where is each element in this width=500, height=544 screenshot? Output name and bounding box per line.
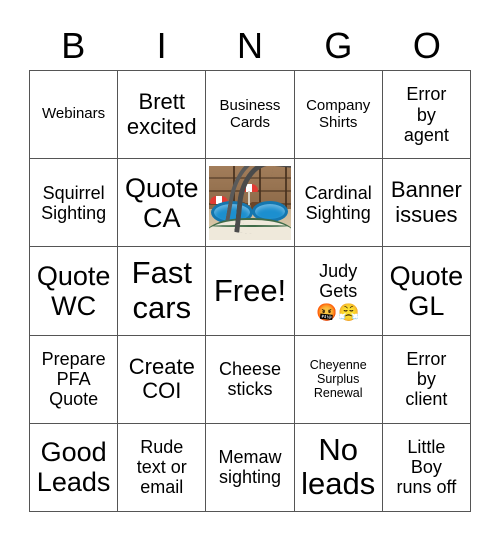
bingo-cell-label: Squirrel Sighting — [41, 182, 107, 223]
bingo-header-letter-n: N — [237, 25, 264, 66]
bingo-card: B I N G O Webinars Brett excited Business Card… — [0, 0, 500, 544]
bingo-cell-r3c3[interactable]: Free! — [206, 247, 295, 336]
bingo-cell-label: Quote GL — [389, 260, 464, 321]
bingo-cell-r3c1[interactable]: Quote WC — [30, 247, 119, 336]
bingo-cell-label: Business Cards — [219, 96, 281, 131]
bingo-cell-r1c3[interactable]: Business Cards — [206, 71, 295, 160]
bingo-cell-label: Company Shirts — [306, 96, 371, 131]
bingo-cell-label: No leads — [301, 431, 376, 502]
bingo-cell-label: Cardinal Sighting — [304, 182, 372, 223]
bingo-cell-label: Memaw sighting — [218, 447, 282, 488]
bingo-cell-label: Prepare PFA Quote — [41, 348, 106, 410]
bingo-cell-emoji: 🤬😤 — [316, 302, 361, 322]
bingo-cell-r2c5[interactable]: Banner issues — [382, 159, 471, 248]
bingo-cell-label: Error by client — [405, 348, 448, 410]
bingo-header-letter-b: B — [61, 25, 86, 66]
bingo-cell-r3c5[interactable]: Quote GL — [382, 247, 471, 336]
bingo-header: BINGO — [29, 22, 471, 70]
bingo-cell-label: Error by agent — [403, 84, 449, 145]
bingo-cell-r5c3[interactable]: Memaw sighting — [206, 423, 295, 512]
bingo-cell-r1c2[interactable]: Brett excited — [118, 71, 207, 160]
bingo-cell-label: Quote CA — [125, 172, 199, 233]
bingo-cell-r1c1[interactable]: Webinars — [30, 71, 119, 160]
bingo-cell-r2c3[interactable] — [206, 159, 295, 248]
bingo-cell-r4c2[interactable]: Create COI — [118, 335, 207, 424]
bingo-cell-r1c4[interactable]: Company Shirts — [294, 71, 383, 160]
bingo-cell-label: Rude text or email — [136, 437, 187, 498]
bingo-cell-label: Cheese sticks — [218, 359, 282, 400]
bingo-cell-r4c4[interactable]: Cheyenne Surplus Renewal — [294, 335, 383, 424]
bingo-cell-label: Little Boy runs off — [396, 437, 457, 498]
bingo-cell-label: Brett excited — [126, 88, 197, 139]
bingo-cell-r4c5[interactable]: Error by client — [382, 335, 471, 424]
bingo-cell-label: Free! — [213, 272, 287, 308]
bingo-cell-label: Banner issues — [390, 177, 462, 227]
bingo-cell-label: Quote WC — [36, 260, 111, 321]
bingo-header-letter-g: G — [324, 25, 353, 66]
bingo-cell-label: Judy Gets — [319, 261, 358, 302]
bingo-cell-r2c4[interactable]: Cardinal Sighting — [294, 159, 383, 248]
bingo-cell-r2c2[interactable]: Quote CA — [118, 159, 207, 248]
bingo-cell-r4c3[interactable]: Cheese sticks — [206, 335, 295, 424]
bingo-grid: Webinars Brett excited Business Cards Compa… — [29, 70, 471, 512]
bingo-cell-r5c2[interactable]: Rude text or email — [118, 423, 207, 512]
bingo-cell-r1c5[interactable]: Error by agent — [382, 71, 471, 160]
bingo-cell-r5c1[interactable]: Good Leads — [30, 423, 119, 512]
bingo-cell-label: Create COI — [128, 353, 195, 404]
bingo-cell-r3c4[interactable]: Judy Gets 🤬😤 — [294, 247, 383, 336]
bingo-cell-r4c1[interactable]: Prepare PFA Quote — [30, 335, 119, 424]
bingo-header-letter-i: I — [156, 25, 167, 66]
bingo-cell-photo — [208, 165, 291, 240]
bingo-cell-label: Good Leads — [36, 437, 111, 498]
bingo-cell-label: Webinars — [42, 105, 106, 123]
bingo-header-letter-o: O — [412, 25, 441, 66]
bingo-cell-r5c4[interactable]: No leads — [294, 423, 383, 512]
bingo-cell-r2c1[interactable]: Squirrel Sighting — [30, 159, 119, 248]
bingo-cell-r5c5[interactable]: Little Boy runs off — [382, 423, 471, 512]
bingo-cell-label: Fast cars — [131, 255, 192, 325]
bingo-cell-label: Cheyenne Surplus Renewal — [309, 358, 367, 401]
bingo-cell-r3c2[interactable]: Fast cars — [118, 247, 207, 336]
